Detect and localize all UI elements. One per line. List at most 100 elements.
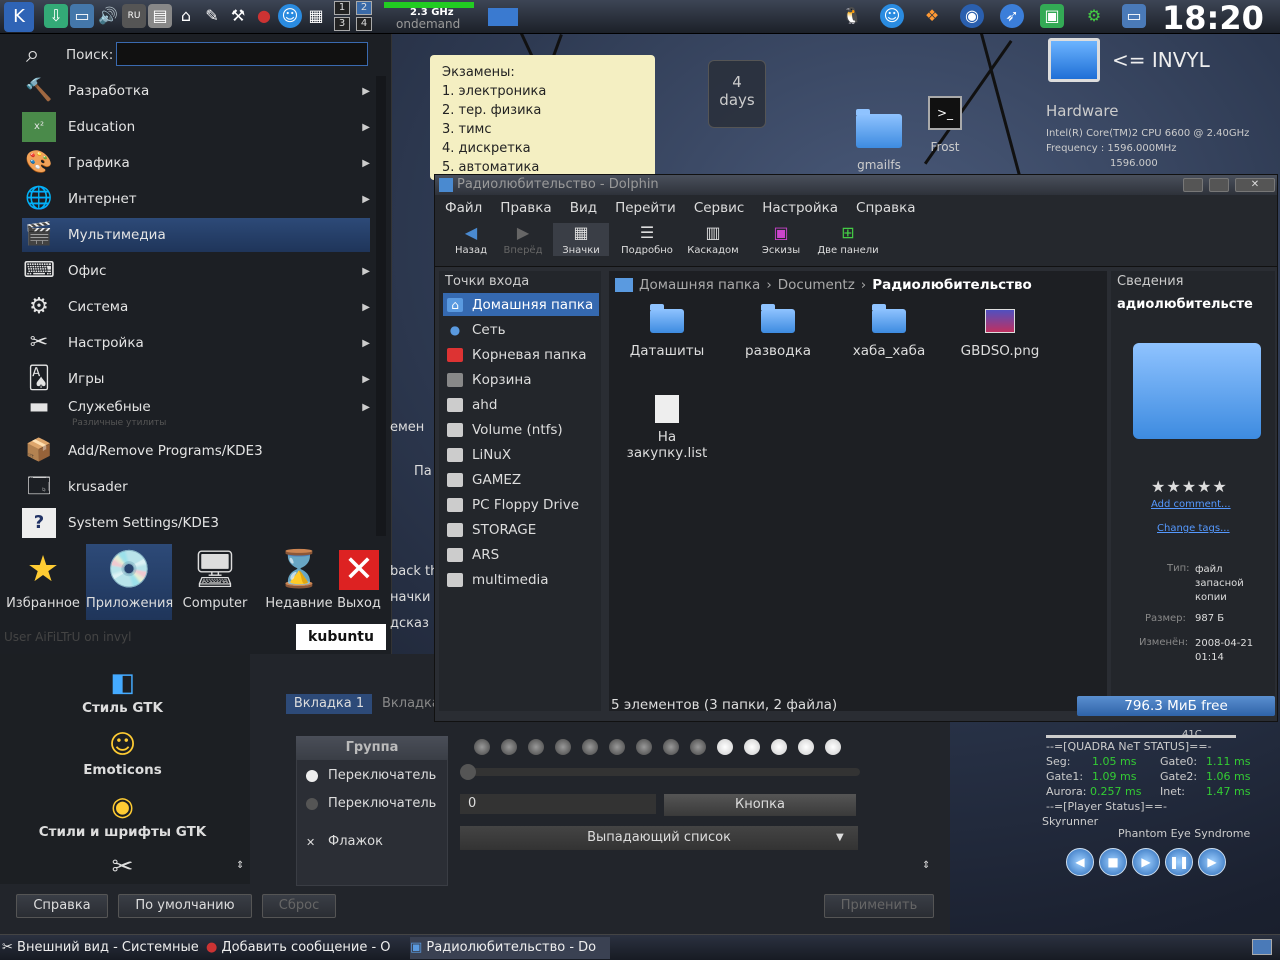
settings-icon[interactable]: ⚙ — [1082, 4, 1106, 28]
file-item[interactable]: хаба_хаба — [839, 304, 939, 359]
dolphin-app-icon[interactable] — [439, 178, 453, 192]
menu-edit[interactable]: Правка — [490, 195, 559, 219]
keyboard-layout-icon[interactable]: RU — [122, 4, 146, 28]
wrench-icon[interactable]: ⚒ — [226, 4, 250, 28]
menu-help[interactable]: Справка — [846, 195, 923, 219]
frost-desktop-icon[interactable]: >_ Frost — [918, 92, 972, 164]
place-trash[interactable]: Корзина — [443, 368, 599, 391]
screen-icon[interactable]: ▭ — [1122, 4, 1146, 28]
klipper-icon[interactable]: ▣ — [1040, 4, 1064, 28]
menu-item-development[interactable]: 🔨 Разработка ▶ — [22, 74, 370, 108]
place-drive[interactable]: GAMEZ — [443, 468, 599, 491]
details-view-button[interactable]: ☰ Подробно — [617, 223, 677, 256]
stop-icon[interactable]: ■ — [1099, 848, 1127, 876]
color-dot[interactable] — [474, 739, 490, 755]
pager-desktop-1[interactable]: 1 — [334, 1, 350, 15]
button-widget[interactable]: Кнопка — [664, 794, 856, 816]
apply-button[interactable]: Применить — [824, 894, 934, 918]
tools-icon[interactable]: ✎ — [200, 4, 224, 28]
gmailfs-desktop-icon[interactable]: gmailfs — [848, 106, 910, 174]
tab-1[interactable]: Вкладка 1 — [286, 694, 372, 714]
search-input[interactable] — [116, 42, 368, 66]
color-dot[interactable] — [636, 739, 652, 755]
columns-view-button[interactable]: ▥ Каскадом — [683, 223, 743, 256]
pidgin-icon[interactable]: ☺ — [278, 4, 302, 28]
color-dot[interactable] — [501, 739, 517, 755]
spin-box[interactable]: 0 — [460, 794, 656, 814]
menu-view[interactable]: Вид — [560, 195, 605, 219]
pager-desktop-3[interactable]: 3 — [334, 17, 350, 31]
speaker-icon[interactable]: 🔊 — [96, 4, 120, 28]
color-dot[interactable] — [771, 739, 787, 755]
file-item[interactable]: На закупку.list — [617, 395, 717, 461]
play-icon[interactable]: ▶ — [1132, 848, 1160, 876]
menu-item-krusader[interactable]: 🗔 krusader — [22, 470, 370, 504]
forward-button[interactable]: ▶ Вперёд — [493, 223, 553, 256]
place-drive[interactable]: STORAGE — [443, 518, 599, 541]
network-icon[interactable]: ◉ — [960, 4, 984, 28]
place-drive[interactable]: ARS — [443, 543, 599, 566]
previous-icon[interactable]: ◀ — [1066, 848, 1094, 876]
preview-button[interactable]: ▣ Эскизы — [751, 223, 811, 256]
menu-item-graphics[interactable]: 🎨 Графика ▶ — [22, 146, 370, 180]
color-dot[interactable] — [744, 739, 760, 755]
compass-icon[interactable]: ➶ — [1000, 4, 1024, 28]
place-drive[interactable]: Volume (ntfs) — [443, 418, 599, 441]
menu-item-system-settings[interactable]: ? System Settings/KDE3 — [22, 506, 370, 540]
menu-item-system[interactable]: ⚙ Система ▶ — [22, 290, 370, 324]
defaults-button[interactable]: По умолчанию — [118, 894, 252, 918]
show-desktop-icon[interactable] — [1252, 939, 1272, 955]
combo-box[interactable]: Выпадающий список — [460, 826, 858, 850]
tab-2[interactable]: Вкладка — [382, 694, 440, 714]
computer-button[interactable]: 🖥 Computer — [172, 544, 258, 620]
task-dolphin[interactable]: ▣ Радиолюбительство - Do — [410, 937, 610, 959]
task-post[interactable]: ● Добавить сообщение - О — [206, 937, 402, 959]
favorites-button[interactable]: ★ Избранное — [0, 544, 86, 620]
menu-settings[interactable]: Настройка — [752, 195, 846, 219]
scroll-arrows-icon[interactable]: ⇕ — [922, 860, 930, 871]
storage-icon[interactable]: ▤ — [148, 4, 172, 28]
place-drive[interactable]: PC Floppy Drive — [443, 493, 599, 516]
slider-handle[interactable] — [460, 764, 476, 780]
package-icon[interactable]: ▦ — [304, 4, 328, 28]
menu-item-internet[interactable]: 🌐 Интернет ▶ — [22, 182, 370, 216]
checkbox-icon[interactable]: ✕ — [306, 836, 315, 849]
place-drive[interactable]: LiNuX — [443, 443, 599, 466]
place-drive[interactable]: multimedia — [443, 568, 599, 591]
reset-button[interactable]: Сброс — [262, 894, 336, 918]
color-dot[interactable] — [555, 739, 571, 755]
window-titlebar[interactable]: Радиолюбительство - Dolphin — [435, 175, 1277, 195]
icons-view-button[interactable]: ▦ Значки — [553, 223, 609, 256]
crumb-documentz[interactable]: Documentz — [778, 277, 855, 293]
box-icon[interactable]: ❖ — [920, 4, 944, 28]
kcontrol-emoticons[interactable]: ☺ Emoticons — [20, 728, 225, 778]
menu-item-education[interactable]: x² Education ▶ — [22, 110, 370, 144]
change-tags-link[interactable]: Change tags... — [1157, 523, 1230, 534]
pause-icon[interactable]: ❚❚ — [1165, 848, 1193, 876]
next-icon[interactable]: ▶ — [1198, 848, 1226, 876]
menu-tools[interactable]: Сервис — [684, 195, 752, 219]
sticky-note[interactable]: Экзамены: 1. электроника 2. тер. физика … — [430, 55, 655, 180]
color-dot[interactable] — [717, 739, 733, 755]
help-button[interactable]: Справка — [16, 894, 108, 918]
radio-2[interactable] — [306, 798, 318, 810]
radio-1[interactable] — [306, 770, 318, 782]
place-root[interactable]: Корневая папка — [443, 343, 599, 366]
days-counter-widget[interactable]: 4 days — [708, 60, 766, 128]
home-icon[interactable]: ⌂ — [174, 4, 198, 28]
file-item[interactable]: разводка — [728, 304, 828, 359]
menu-item-add-remove[interactable]: 📦 Add/Remove Programs/KDE3 — [22, 434, 370, 468]
free-space-bar[interactable]: 796.3 МиБ free — [1077, 696, 1275, 716]
monitor-icon[interactable]: ▭ — [70, 4, 94, 28]
menu-item-settings[interactable]: ✂ Настройка ▶ — [22, 326, 370, 360]
color-dot[interactable] — [582, 739, 598, 755]
split-view-button[interactable]: ⊞ Две панели — [813, 223, 883, 256]
color-dot[interactable] — [825, 739, 841, 755]
color-dot[interactable] — [663, 739, 679, 755]
pidgin-tray-icon[interactable]: ☺ — [880, 4, 904, 28]
menu-item-multimedia[interactable]: 🎬 Мультимедиа — [22, 218, 370, 252]
clock[interactable]: 18:20 — [1162, 0, 1264, 36]
slider-track[interactable] — [460, 768, 860, 776]
applications-button[interactable]: 💿 Приложения — [86, 544, 173, 620]
place-home[interactable]: ⌂ Домашняя папка — [443, 293, 599, 316]
